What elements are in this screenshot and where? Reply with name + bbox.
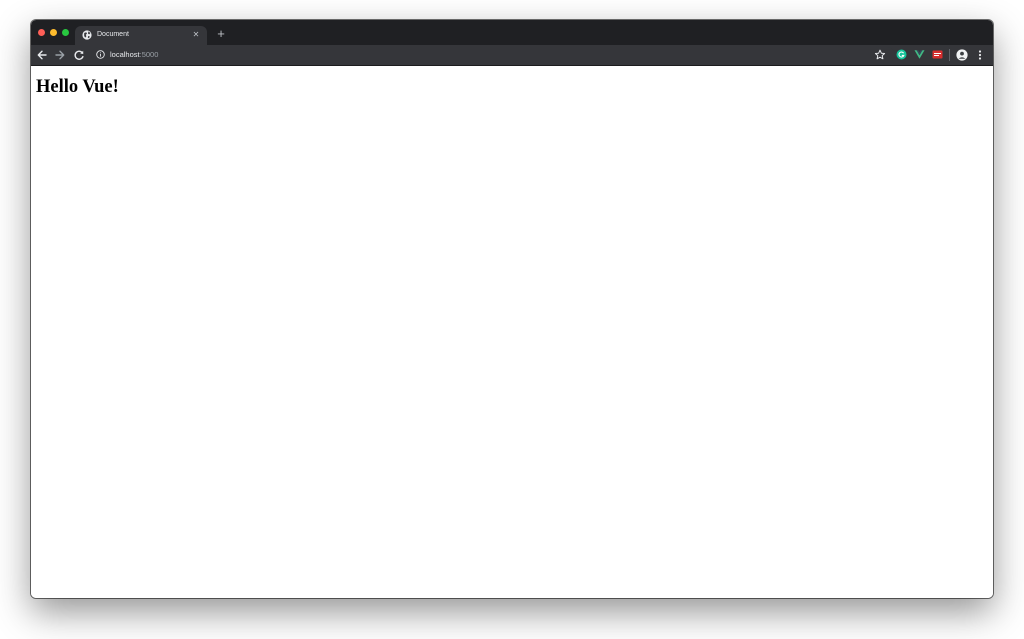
more-vert-icon[interactable] [975,48,985,62]
new-tab-button[interactable]: + [214,27,228,41]
address-bar[interactable]: localhost:5000 [91,47,895,63]
grammarly-extension-icon[interactable] [896,49,907,60]
extension-red-icon[interactable] [932,49,943,60]
url-port: :5000 [139,50,159,59]
url-host: localhost [110,50,140,59]
minimize-window-button[interactable] [50,29,57,36]
navigation-toolbar: localhost:5000 [31,45,993,66]
tab-title: Document [97,31,129,38]
zoom-window-button[interactable] [62,29,69,36]
url-text: localhost:5000 [110,49,158,61]
close-window-button[interactable] [38,29,45,36]
page-viewport: Hello Vue! [31,66,993,598]
reload-icon[interactable] [72,48,86,62]
globe-icon [82,30,92,40]
close-tab-icon[interactable]: ✕ [190,29,202,41]
toolbar-divider [949,49,950,61]
info-icon[interactable] [96,50,105,59]
back-icon[interactable] [35,48,49,62]
vue-devtools-icon[interactable] [914,49,925,60]
avatar[interactable] [956,49,968,61]
tab-document[interactable]: Document ✕ [75,26,207,45]
browser-window: Document ✕ + localhost:5000 Hello Vue! [31,20,993,598]
forward-icon[interactable] [53,48,67,62]
star-icon[interactable] [873,48,887,62]
page-heading: Hello Vue! [36,77,119,97]
title-bar: Document ✕ + [31,20,993,45]
